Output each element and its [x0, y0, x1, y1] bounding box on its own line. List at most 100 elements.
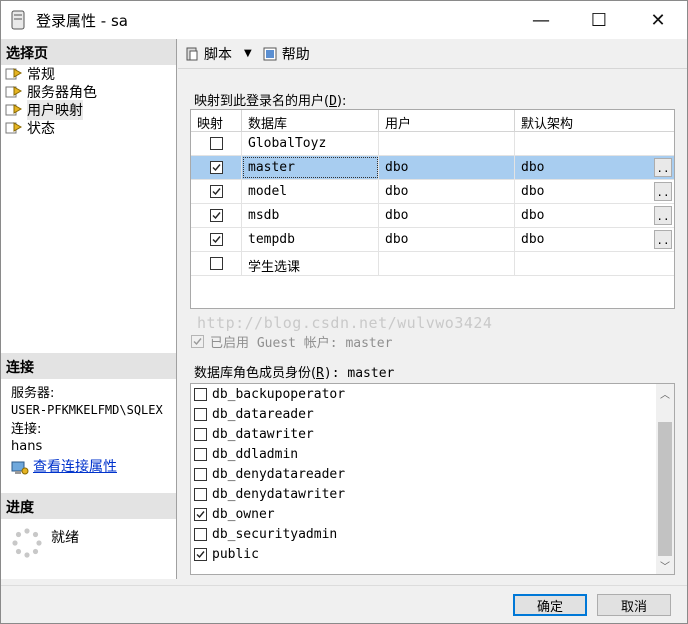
list-item[interactable]: db_denydatareader [191, 464, 674, 484]
role-name: db_backupoperator [212, 386, 346, 402]
nav-item-label: 服务器角色 [27, 85, 97, 101]
table-row[interactable]: tempdb dbo dbo .. [191, 228, 674, 252]
user-cell[interactable]: dbo [379, 180, 515, 203]
scroll-down-icon[interactable]: ﹀ [656, 556, 674, 574]
schema-cell[interactable]: dbo [515, 228, 674, 251]
close-button[interactable]: ✕ [635, 1, 681, 39]
grid-header: 映射 数据库 用户 默认架构 [191, 110, 674, 132]
role-checkbox[interactable] [194, 507, 207, 521]
role-checkbox[interactable] [194, 467, 207, 481]
nav-item-label: 常规 [27, 67, 55, 83]
role-name: db_owner [212, 506, 275, 522]
map-checkbox[interactable] [209, 233, 223, 246]
map-checkbox[interactable] [209, 185, 223, 198]
schema-browse-button[interactable]: .. [654, 158, 672, 177]
user-cell[interactable]: dbo [379, 156, 515, 179]
role-name: db_datareader [212, 406, 314, 422]
maximize-button[interactable]: ☐ [576, 1, 622, 39]
help-icon [263, 47, 277, 60]
role-checkbox[interactable] [194, 427, 207, 441]
script-button[interactable]: 脚本 [184, 44, 232, 64]
map-checkbox[interactable] [209, 257, 223, 270]
map-checkbox[interactable] [209, 209, 223, 222]
connection-label: 连接: [11, 422, 42, 437]
list-item[interactable]: db_ddladmin [191, 444, 674, 464]
minimize-button[interactable]: — [518, 1, 564, 39]
schema-browse-button[interactable]: .. [654, 182, 672, 201]
role-name: db_denydatawriter [212, 486, 346, 502]
help-button[interactable]: 帮助 [262, 44, 310, 64]
database-cell: tempdb [242, 228, 379, 251]
list-item[interactable]: db_datareader [191, 404, 674, 424]
role-checkbox[interactable] [194, 527, 207, 541]
page-icon [5, 122, 23, 134]
role-checkbox[interactable] [194, 547, 207, 561]
list-item[interactable]: db_backupoperator [191, 384, 674, 404]
table-row[interactable]: master dbo dbo .. [191, 156, 674, 180]
table-row[interactable]: model dbo dbo .. [191, 180, 674, 204]
role-name: db_securityadmin [212, 526, 338, 542]
role-name: db_ddladmin [212, 446, 299, 462]
schema-browse-button[interactable]: .. [654, 206, 672, 225]
window-title: 登录属性 - sa [36, 12, 128, 30]
user-mapping-grid: 映射 数据库 用户 默认架构 GlobalToyz master dbo dbo… [190, 109, 675, 309]
database-icon [11, 10, 25, 30]
page-icon [5, 104, 23, 116]
user-cell[interactable]: dbo [379, 228, 515, 251]
list-item[interactable]: db_datawriter [191, 424, 674, 444]
role-checkbox[interactable] [194, 387, 207, 401]
nav-item-server-roles[interactable]: 服务器角色 [5, 83, 175, 101]
role-checkbox[interactable] [194, 447, 207, 461]
role-checkbox[interactable] [194, 407, 207, 421]
list-item[interactable]: public [191, 544, 674, 564]
role-membership-label: 数据库角色成员身份(R): master [194, 366, 395, 381]
login-properties-dialog: 登录属性 - sa — ☐ ✕ 选择页 常规 服务器角色 用户映射 状态 连接 … [0, 0, 688, 624]
roles-scrollbar[interactable]: ︿ ﹀ [656, 384, 674, 574]
user-cell[interactable] [379, 132, 515, 155]
role-checkbox[interactable] [194, 487, 207, 501]
list-item[interactable]: db_denydatawriter [191, 484, 674, 504]
nav-item-user-mapping[interactable]: 用户映射 [5, 100, 175, 120]
title-bar: 登录属性 - sa — ☐ ✕ [1, 1, 687, 39]
role-membership-list: db_backupoperator db_datareader db_dataw… [190, 383, 675, 575]
map-checkbox[interactable] [209, 161, 223, 174]
schema-cell[interactable]: dbo [515, 156, 674, 179]
view-connection-properties-link[interactable]: 查看连接属性 [33, 459, 117, 476]
schema-browse-button[interactable]: .. [654, 230, 672, 249]
connection-heading: 连接 [1, 353, 176, 379]
schema-cell[interactable]: dbo [515, 204, 674, 227]
user-cell[interactable] [379, 252, 515, 275]
table-row[interactable]: GlobalToyz [191, 132, 674, 156]
page-nav: 常规 服务器角色 用户映射 状态 [5, 65, 175, 137]
schema-cell[interactable] [515, 252, 674, 275]
database-cell: 学生选课 [242, 252, 379, 275]
watermark: http://blog.csdn.net/wulvwo3424 [197, 314, 493, 332]
view-connection-properties[interactable]: 查看连接属性 [11, 459, 173, 476]
database-cell: model [242, 180, 379, 203]
server-value: USER-PFKMKELFMD\SQLEX [11, 403, 163, 417]
column-header-database: 数据库 [242, 110, 379, 132]
column-header-map: 映射 [191, 110, 242, 132]
guest-checkbox [191, 335, 204, 348]
nav-item-general[interactable]: 常规 [5, 65, 175, 83]
script-dropdown-icon[interactable]: ▼ [244, 48, 252, 59]
user-cell[interactable]: dbo [379, 204, 515, 227]
schema-cell[interactable]: dbo [515, 180, 674, 203]
scroll-up-icon[interactable]: ︿ [656, 384, 674, 402]
map-checkbox[interactable] [209, 137, 223, 150]
schema-cell[interactable] [515, 132, 674, 155]
table-row[interactable]: 学生选课 [191, 252, 674, 276]
script-label: 脚本 [204, 46, 232, 63]
scrollbar-thumb[interactable] [658, 422, 672, 556]
list-item[interactable]: db_owner [191, 504, 674, 524]
nav-item-status[interactable]: 状态 [5, 119, 175, 137]
list-item[interactable]: db_securityadmin [191, 524, 674, 544]
cancel-button[interactable]: 取消 [597, 594, 671, 616]
connection-value: hans [11, 439, 43, 454]
guest-label: 已启用 Guest 帐户: master [210, 336, 393, 351]
table-row[interactable]: msdb dbo dbo .. [191, 204, 674, 228]
database-cell: msdb [242, 204, 379, 227]
help-label: 帮助 [281, 46, 310, 63]
ok-button[interactable]: 确定 [513, 594, 587, 616]
database-cell: GlobalToyz [242, 132, 379, 155]
